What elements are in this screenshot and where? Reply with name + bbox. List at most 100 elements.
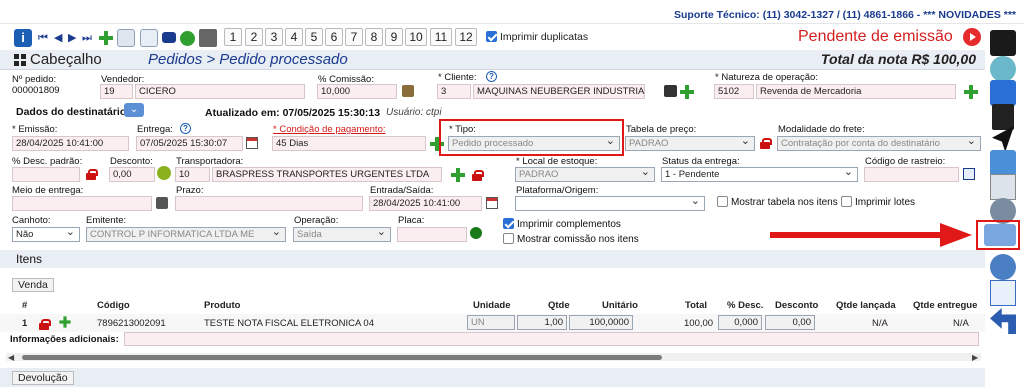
page-button-5[interactable]: 5 bbox=[305, 28, 323, 46]
client-id-input[interactable]: 3 bbox=[437, 84, 471, 99]
client-name-input[interactable]: MAQUINAS NEUBERGER INDUSTRIA E bbox=[473, 84, 645, 99]
help-icon[interactable]: ? bbox=[180, 123, 191, 134]
additional-info-input[interactable] bbox=[124, 332, 979, 346]
emission-input[interactable]: 28/04/2025 10:41:00 bbox=[12, 136, 129, 151]
scrollbar-thumb[interactable] bbox=[22, 355, 662, 360]
stub-select[interactable]: Não bbox=[12, 227, 80, 242]
checkbox-icon[interactable] bbox=[486, 31, 497, 42]
print-lots-checkbox[interactable]: Imprimir lotes bbox=[841, 196, 915, 208]
tracking-edit-icon[interactable] bbox=[963, 168, 975, 180]
grid-menu-icon[interactable] bbox=[990, 30, 1016, 56]
item-discount-pct-input[interactable]: 0,000 bbox=[718, 315, 762, 330]
emission-label: * Emissão: bbox=[12, 124, 58, 135]
page-button-12[interactable]: 12 bbox=[455, 28, 477, 46]
operation-select[interactable]: Saída bbox=[293, 227, 391, 242]
additional-info-label: Informações adicionais: bbox=[10, 334, 119, 345]
youtube-icon[interactable] bbox=[963, 28, 981, 46]
add-carrier-icon[interactable] bbox=[451, 168, 465, 182]
lock-unlock-icon[interactable] bbox=[990, 56, 1016, 82]
page-button-8[interactable]: 8 bbox=[365, 28, 383, 46]
print-duplicates-checkbox[interactable]: Imprimir duplicatas bbox=[486, 31, 588, 43]
page-button-9[interactable]: 9 bbox=[385, 28, 403, 46]
item-unit-price-input[interactable]: 100,0000 bbox=[569, 315, 633, 330]
export-icon[interactable] bbox=[140, 29, 158, 47]
checkbox-icon[interactable] bbox=[717, 196, 728, 207]
entry-exit-input[interactable]: 28/04/2025 10:41:00 bbox=[369, 196, 482, 211]
discount-options-icon[interactable] bbox=[157, 166, 171, 180]
add-client-icon[interactable] bbox=[680, 85, 694, 99]
default-discount-input[interactable] bbox=[12, 167, 80, 182]
item-discount-input[interactable]: 0,00 bbox=[765, 315, 815, 330]
operation-nature-id-input[interactable]: 5102 bbox=[714, 84, 754, 99]
client-card-icon[interactable] bbox=[664, 85, 677, 97]
commission-input[interactable]: 10,000 bbox=[317, 84, 397, 99]
payment-condition-input[interactable]: 45 Dias bbox=[272, 136, 426, 151]
help-icon[interactable]: ? bbox=[486, 71, 497, 82]
save-icon[interactable] bbox=[990, 80, 1016, 106]
page-button-10[interactable]: 10 bbox=[405, 28, 427, 46]
delivery-schedule-icon[interactable] bbox=[984, 224, 1016, 246]
last-record-icon[interactable]: ⏭ bbox=[82, 29, 96, 47]
print-complements-checkbox[interactable]: Imprimir complementos bbox=[503, 218, 621, 230]
add-icon[interactable] bbox=[99, 31, 113, 45]
term-input[interactable] bbox=[175, 196, 363, 211]
user-chart-icon[interactable] bbox=[990, 254, 1016, 280]
chevron-down-icon[interactable]: ⌄ bbox=[124, 103, 144, 117]
seller-name-input[interactable]: CICERO bbox=[135, 84, 305, 99]
issuer-select[interactable]: CONTROL P INFORMATICA LTDA ME bbox=[86, 227, 286, 242]
whatsapp-icon[interactable] bbox=[180, 31, 195, 46]
scroll-left-icon[interactable]: ◀ bbox=[8, 353, 14, 362]
payment-condition-label[interactable]: * Condição de pagamento: bbox=[273, 124, 386, 135]
previous-record-icon[interactable]: ◀ bbox=[54, 29, 66, 47]
checkbox-icon[interactable] bbox=[503, 233, 514, 244]
page-button-4[interactable]: 4 bbox=[285, 28, 303, 46]
add-operation-nature-icon[interactable] bbox=[964, 85, 978, 99]
next-record-icon[interactable]: ▶ bbox=[68, 29, 80, 47]
scroll-right-icon[interactable]: ▶ bbox=[972, 353, 978, 362]
stock-location-select[interactable]: PADRAO bbox=[515, 167, 655, 182]
page-button-7[interactable]: 7 bbox=[345, 28, 363, 46]
delivery-input[interactable]: 07/05/2025 15:30:07 bbox=[136, 136, 243, 151]
commission-detail-icon[interactable] bbox=[402, 85, 414, 97]
page-button-3[interactable]: 3 bbox=[265, 28, 283, 46]
operation-nature-input[interactable]: Revenda de Mercadoria bbox=[756, 84, 956, 99]
item-qty-input[interactable]: 1,00 bbox=[517, 315, 567, 330]
discount-input[interactable]: 0,00 bbox=[109, 167, 155, 182]
document-edit-icon[interactable] bbox=[990, 174, 1016, 200]
show-commission-checkbox[interactable]: Mostrar comissão nos itens bbox=[503, 233, 639, 245]
price-table-select[interactable]: PADRAO bbox=[625, 136, 755, 151]
type-select[interactable]: Pedido processado bbox=[448, 136, 620, 151]
info-icon[interactable]: i bbox=[14, 29, 32, 47]
delivery-method-icon[interactable] bbox=[156, 197, 168, 209]
delivery-status-select[interactable]: 1 - Pendente bbox=[661, 167, 858, 182]
checkbox-icon[interactable] bbox=[503, 218, 514, 229]
undo-arrow-icon[interactable] bbox=[990, 308, 1016, 334]
print-icon[interactable] bbox=[199, 29, 217, 47]
plate-input[interactable] bbox=[397, 227, 467, 242]
page-button-11[interactable]: 11 bbox=[430, 28, 452, 46]
page-button-6[interactable]: 6 bbox=[325, 28, 343, 46]
freight-mode-select[interactable]: Contratação por conta do destinatário bbox=[777, 136, 981, 151]
show-price-table-checkbox[interactable]: Mostrar tabela nos itens bbox=[717, 196, 838, 208]
tracking-code-input[interactable] bbox=[864, 167, 959, 182]
edit-list-icon[interactable] bbox=[990, 280, 1016, 306]
copy-icon[interactable] bbox=[117, 29, 135, 47]
delivery-method-input[interactable] bbox=[12, 196, 152, 211]
item-unit-input[interactable]: UN bbox=[467, 315, 515, 330]
carrier-id-input[interactable]: 10 bbox=[175, 167, 210, 182]
exit-icon[interactable] bbox=[992, 104, 1014, 130]
refresh-document-icon[interactable] bbox=[990, 150, 1016, 176]
carrier-name-input[interactable]: BRASPRESS TRANSPORTES URGENTES LTDA bbox=[212, 167, 442, 182]
calendar-icon[interactable] bbox=[246, 137, 258, 149]
checkbox-icon[interactable] bbox=[841, 196, 852, 207]
tab-sale[interactable]: Venda bbox=[12, 278, 54, 292]
calendar-icon[interactable] bbox=[486, 197, 498, 209]
page-button-2[interactable]: 2 bbox=[245, 28, 263, 46]
add-item-icon[interactable] bbox=[59, 316, 71, 328]
email-icon[interactable] bbox=[162, 32, 176, 43]
platform-origin-select[interactable] bbox=[515, 196, 705, 211]
page-button-1[interactable]: 1 bbox=[224, 28, 242, 46]
seller-id-input[interactable]: 19 bbox=[100, 84, 133, 99]
tab-return[interactable]: Devolução bbox=[12, 371, 74, 385]
first-record-icon[interactable]: ⏮ bbox=[38, 29, 52, 47]
